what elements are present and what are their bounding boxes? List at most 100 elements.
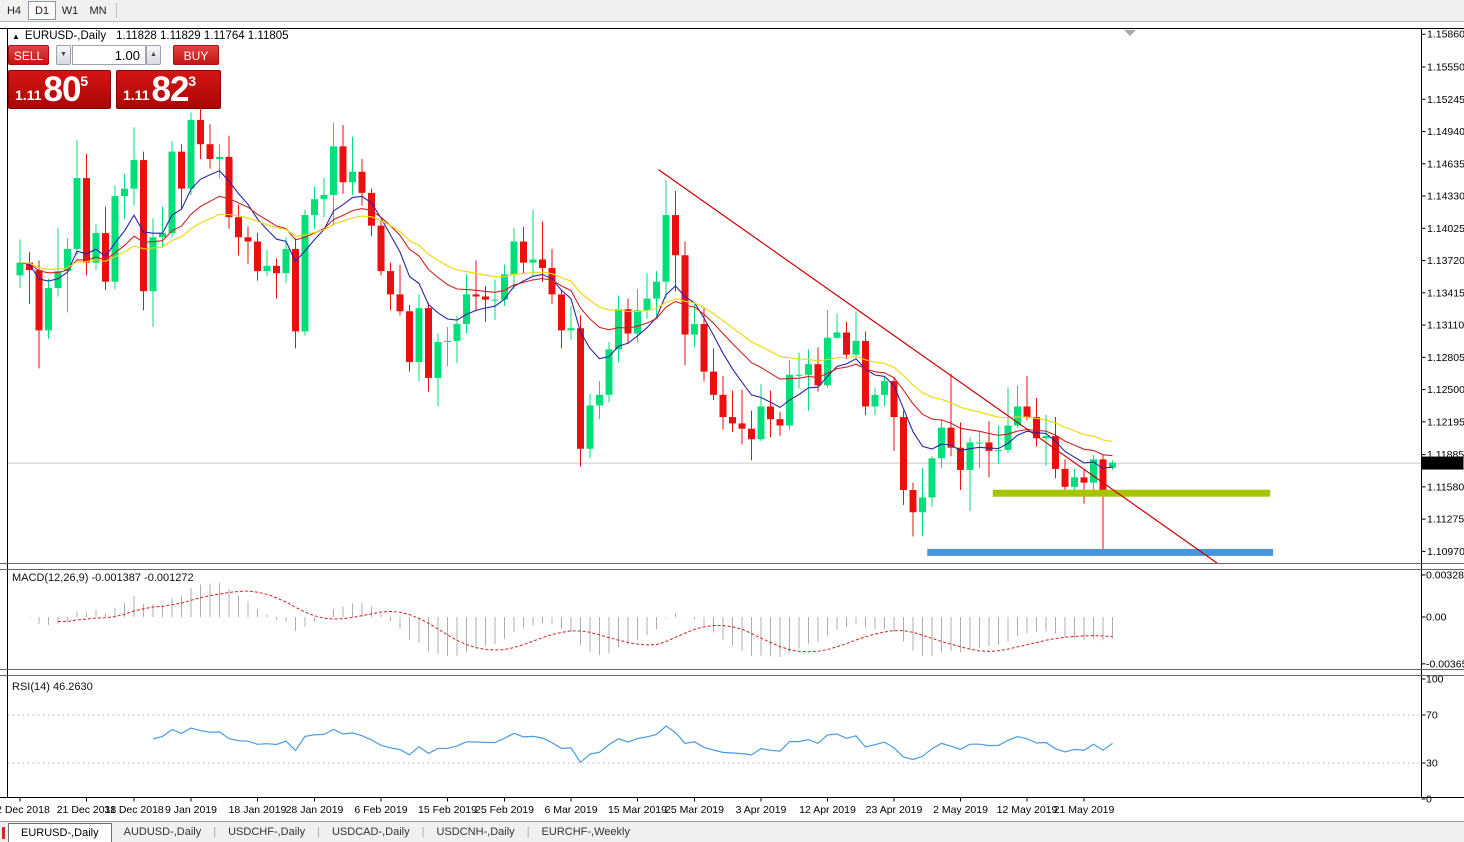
candle-body bbox=[321, 195, 328, 199]
timeframe-toolbar: H4 D1 W1 MN bbox=[0, 0, 1464, 22]
candle-body bbox=[967, 442, 974, 469]
candle-body bbox=[311, 199, 318, 215]
volume-increase-button[interactable]: ▲ bbox=[146, 45, 161, 65]
macd-axis-label: 0.003287 bbox=[1426, 569, 1464, 581]
candle-body bbox=[919, 497, 926, 512]
buy-price-box[interactable]: 1.11 82 3 bbox=[116, 70, 221, 109]
price-axis-label: 1.13110 bbox=[1427, 320, 1464, 332]
descending-trendline[interactable] bbox=[658, 170, 1217, 563]
one-click-trade-panel: SELL ▼ ▲ BUY 1.11 80 5 1.11 82 3 bbox=[8, 45, 230, 109]
candle-body bbox=[368, 193, 375, 226]
candle-body bbox=[634, 310, 641, 333]
date-axis-label: 21 May 2019 bbox=[1054, 804, 1115, 816]
candle-body bbox=[74, 178, 81, 249]
macd-indicator bbox=[20, 583, 1113, 657]
candle-body bbox=[492, 300, 499, 301]
candle-body bbox=[1043, 436, 1050, 438]
rsi-axis-label: 0 bbox=[1426, 794, 1432, 806]
date-axis-label: 6 Mar 2019 bbox=[544, 804, 597, 816]
candle-body bbox=[758, 406, 765, 439]
candle-body bbox=[340, 146, 347, 182]
candle-body bbox=[330, 146, 337, 195]
price-axis-label: 1.13415 bbox=[1427, 287, 1464, 299]
candle-body bbox=[777, 419, 784, 425]
scroll-position-marker-icon[interactable] bbox=[1124, 30, 1136, 36]
sell-price-prefix: 1.11 bbox=[15, 87, 41, 103]
date-axis-label: 15 Mar 2019 bbox=[608, 804, 667, 816]
sell-price-box[interactable]: 1.11 80 5 bbox=[8, 70, 111, 109]
candle-body bbox=[1033, 417, 1040, 438]
mt4-chart-window: 1.158601.155501.152451.149401.146351.143… bbox=[0, 0, 1464, 842]
timeframe-mn-button[interactable]: MN bbox=[84, 1, 112, 20]
candle-body bbox=[568, 328, 575, 330]
symbol-marker-icon: ▲ bbox=[12, 32, 20, 41]
candle-body bbox=[235, 217, 242, 237]
timeframe-w1-button[interactable]: W1 bbox=[56, 1, 84, 20]
candle-body bbox=[900, 417, 907, 490]
date-axis-label: 3 Apr 2019 bbox=[736, 804, 787, 816]
current-price-tag bbox=[1422, 457, 1464, 470]
buy-price-big: 82 bbox=[151, 75, 188, 105]
date-axis-label: 6 Feb 2019 bbox=[354, 804, 407, 816]
chart-tabbar: EURUSD-,Daily AUDUSD-,Daily | USDCHF-,Da… bbox=[0, 821, 1464, 842]
candle-body bbox=[435, 342, 442, 378]
candle-body bbox=[853, 341, 860, 355]
candle-body bbox=[264, 266, 271, 271]
date-axis-label: 12 Dec 2018 bbox=[0, 804, 50, 816]
window-indicator bbox=[2, 827, 5, 839]
candle-body bbox=[530, 259, 537, 262]
candle-body bbox=[520, 242, 527, 263]
candle-body bbox=[843, 332, 850, 354]
candle-body bbox=[425, 308, 432, 378]
candle-body bbox=[482, 297, 489, 300]
tab-usdchf-daily[interactable]: USDCHF-,Daily bbox=[216, 823, 317, 842]
tab-usdcnh-daily[interactable]: USDCNH-,Daily bbox=[424, 823, 526, 842]
symbol-title: EURUSD-,Daily bbox=[25, 30, 106, 42]
price-axis-label: 1.11275 bbox=[1427, 514, 1464, 526]
date-axis-label: 12 May 2019 bbox=[997, 804, 1058, 816]
candle-body bbox=[207, 144, 214, 159]
candle-body bbox=[131, 160, 138, 189]
sell-price-sup: 5 bbox=[80, 73, 88, 89]
candle-body bbox=[197, 120, 204, 144]
resistance-band-green[interactable] bbox=[993, 490, 1270, 497]
candle-body bbox=[644, 299, 651, 311]
candle-body bbox=[653, 282, 660, 299]
timeframe-d1-button[interactable]: D1 bbox=[28, 1, 56, 20]
chart-header: ▲ EURUSD-,Daily 1.11828 1.11829 1.11764 … bbox=[12, 30, 289, 42]
rsi-axis-label: 70 bbox=[1426, 710, 1438, 722]
tab-audusd-daily[interactable]: AUDUSD-,Daily bbox=[112, 823, 214, 842]
tab-eurchf-weekly[interactable]: EURCHF-,Weekly bbox=[530, 823, 642, 842]
volume-input[interactable] bbox=[72, 45, 146, 65]
macd-axis-label: 0.00 bbox=[1426, 612, 1447, 624]
candle-body bbox=[834, 332, 841, 337]
timeframe-h4-button[interactable]: H4 bbox=[0, 1, 28, 20]
price-axis-label: 1.15245 bbox=[1427, 94, 1464, 106]
date-axis-label: 2 May 2019 bbox=[933, 804, 988, 816]
macd-panel-label: MACD(12,26,9) -0.001387 -0.001272 bbox=[12, 572, 194, 584]
tab-usdcad-daily[interactable]: USDCAD-,Daily bbox=[320, 823, 422, 842]
candle-body bbox=[815, 364, 822, 385]
candle-body bbox=[663, 215, 670, 282]
candle-body bbox=[416, 308, 423, 362]
sell-button[interactable]: SELL bbox=[8, 45, 49, 65]
candle-body bbox=[397, 294, 404, 311]
volume-decrease-button[interactable]: ▼ bbox=[56, 45, 71, 65]
candle-body bbox=[45, 288, 52, 330]
candle-body bbox=[691, 324, 698, 335]
candle-body bbox=[710, 372, 717, 395]
buy-price-prefix: 1.11 bbox=[123, 87, 149, 103]
candle-body bbox=[444, 341, 451, 342]
support-band-blue[interactable] bbox=[927, 549, 1273, 556]
candle-body bbox=[729, 417, 736, 423]
price-axis-label: 1.12500 bbox=[1427, 384, 1464, 396]
price-axis-label: 1.14330 bbox=[1427, 191, 1464, 203]
candle-body bbox=[121, 189, 128, 196]
ma-slow-line bbox=[20, 214, 1113, 441]
date-axis-label: 28 Jan 2019 bbox=[286, 804, 344, 816]
candle-body bbox=[796, 375, 803, 376]
buy-button[interactable]: BUY bbox=[173, 45, 219, 65]
candle-body bbox=[824, 338, 831, 386]
tab-eurusd-daily[interactable]: EURUSD-,Daily bbox=[8, 823, 112, 842]
candle-body bbox=[226, 157, 233, 217]
